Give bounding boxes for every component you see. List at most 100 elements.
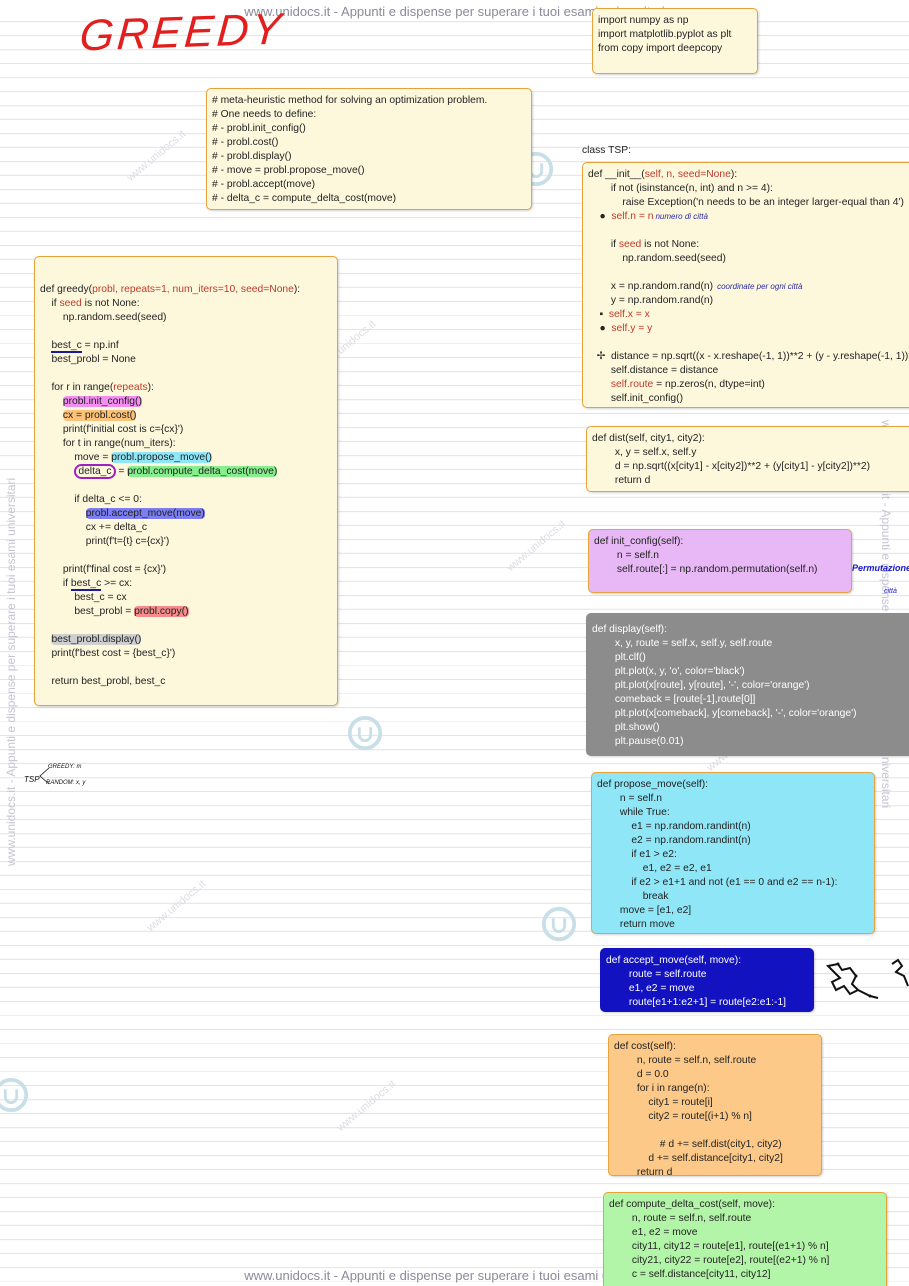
code-line: city11, city12 = route[e1], route[(e1+1)…: [609, 1241, 829, 1252]
dist-method-block: def dist(self, city1, city2): x, y = sel…: [586, 426, 909, 492]
code-line: plt.plot(x, y, 'o', color='black'): [592, 666, 745, 677]
code-line: for r in range(repeats):: [40, 381, 332, 395]
code-line: if e1 > e2:: [597, 849, 677, 860]
code-line: import numpy as np: [598, 15, 689, 26]
code-line: plt.plot(x[route], y[route], '-', color=…: [592, 680, 810, 691]
code-token: distance = np.sqrt((x - x.reshape(-1, 1)…: [610, 351, 909, 362]
code-token: if: [40, 578, 71, 589]
code-line: route = self.route: [606, 969, 707, 980]
code-line: self.route = np.zeros(n, dtype=int): [588, 378, 909, 392]
code-line: n = self.n: [594, 550, 659, 561]
code-line: if not (isinstance(n, int) and n >= 4):: [588, 183, 773, 194]
code-line: ● self.y = y: [588, 323, 653, 334]
code-line: plt.plot(x[comeback], y[comeback], '-', …: [592, 708, 857, 719]
code-line: d = np.sqrt((x[city1] - x[city2])**2 + (…: [592, 461, 871, 472]
watermark-side-left: www.unidocs.it - Appunti e dispense per …: [4, 477, 18, 866]
code-line: c = self.distance[city11, city12]: [609, 1269, 771, 1280]
code-token: self.n = n: [611, 211, 654, 222]
code-line: # One needs to define:: [212, 109, 317, 120]
code-line: return move: [597, 919, 675, 930]
code-line: e1 = np.random.randint(n): [597, 821, 751, 832]
code-line: for t in range(num_iters):: [40, 438, 176, 449]
code-line: e1, e2 = move: [606, 983, 695, 994]
code-line: x = np.random.rand(n) coordinate per ogni…: [588, 280, 909, 294]
code-token: is not None:: [641, 239, 700, 250]
code-token: best_probl =: [40, 606, 135, 617]
code-line: best_probl = None: [40, 354, 136, 365]
code-token: = np.zeros(n, dtype=int): [653, 379, 765, 390]
accept-move-method-block: def accept_move(self, move): route = sel…: [600, 948, 814, 1012]
code-line: print(f'final cost = {cx}'): [40, 564, 167, 575]
greedy-function-block: def greedy(probl, repeats=1, num_iters=1…: [34, 256, 338, 706]
code-token: ):: [293, 284, 301, 295]
code-line: x, y, route = self.x, self.y, self.route: [592, 638, 773, 649]
watermark-logo-icon: [541, 906, 577, 942]
watermark-diagonal: www.unidocs.it: [334, 1078, 399, 1134]
code-line: # - probl.cost(): [212, 137, 279, 148]
code-line: def propose_move(self):: [597, 779, 709, 790]
code-line: def __init__(self, n, seed=None):: [588, 168, 909, 182]
code-line: n, route = self.n, self.route: [609, 1213, 752, 1224]
code-line: route[e1+1:e2+1] = route[e2:e1:-1]: [606, 997, 787, 1008]
code-line: cx += delta_c: [40, 522, 148, 533]
code-line: plt.pause(0.01): [592, 736, 684, 747]
propose-move-method-block: def propose_move(self): n = self.n while…: [591, 772, 875, 934]
highlight-compute-delta: probl.compute_delta_cost(move): [127, 466, 278, 477]
code-line: return d: [592, 475, 651, 486]
code-token: if: [40, 298, 60, 309]
code-line: if seed is not None:: [40, 297, 332, 311]
code-line: break: [597, 891, 669, 902]
code-line: def greedy(probl, repeats=1, num_iters=1…: [40, 283, 332, 297]
tsp-handwritten-branch: GREEDY: m: [48, 764, 82, 770]
code-line: delta_c = probl.compute_delta_cost(move): [40, 464, 332, 479]
code-token: def __init__(: [588, 169, 645, 180]
init-config-method-block: def init_config(self): n = self.n self.r…: [588, 529, 852, 593]
watermark-diagonal: www.unidocs.it: [504, 518, 569, 574]
tsp-class-label: class TSP:: [582, 145, 632, 156]
code-token: ):: [730, 169, 738, 180]
code-line: if best_c >= cx:: [40, 577, 332, 591]
code-token: seed: [59, 298, 82, 309]
code-line: city1 = route[i]: [614, 1097, 713, 1108]
code-line: plt.show(): [592, 722, 660, 733]
code-line: e1, e2 = e2, e1: [597, 863, 712, 874]
code-token: def greedy(: [40, 284, 93, 295]
code-line: best_c = np.inf: [40, 339, 332, 353]
code-line: move = [e1, e2]: [597, 905, 692, 916]
watermark-logo-icon: [347, 715, 383, 751]
code-line: def display(self):: [592, 624, 667, 635]
code-line: while True:: [597, 807, 670, 818]
cost-method-block: def cost(self): n, route = self.n, self.…: [608, 1034, 822, 1176]
code-token: >= cx:: [101, 578, 133, 589]
highlight-copy: probl.copy(): [134, 606, 189, 617]
tsp-handwritten-branch: RANDOM: x, y: [46, 780, 86, 786]
code-line: if e2 > e1+1 and not (e1 == 0 and e2 == …: [597, 877, 838, 888]
code-token: repeats: [113, 382, 148, 393]
code-line: e2 = np.random.randint(n): [597, 835, 751, 846]
code-line: if seed is not None:: [588, 238, 909, 252]
code-line: # - probl.init_config(): [212, 123, 306, 134]
code-line: # d += self.dist(city1, city2): [614, 1139, 782, 1150]
code-line: def accept_move(self, move):: [606, 955, 742, 966]
code-token: self.route: [610, 379, 654, 390]
code-line: for i in range(n):: [614, 1083, 710, 1094]
code-line: city2 = route[(i+1) % n]: [614, 1111, 752, 1122]
code-line: x, y = self.x, self.y: [592, 447, 697, 458]
comment-block: # meta-heuristic method for solving an o…: [206, 88, 532, 210]
code-line: probl.init_config(): [40, 395, 332, 409]
code-line: city21, city22 = route[e2], route[(e2+1)…: [609, 1255, 830, 1266]
code-line: comeback = [route[-1],route[0]]: [592, 694, 756, 705]
code-line: e1, e2 = move: [609, 1227, 698, 1238]
code-line: ✢ distance = np.sqrt((x - x.reshape(-1, …: [588, 350, 909, 364]
code-line: if delta_c <= 0:: [40, 494, 142, 505]
code-line: def compute_delta_cost(self, move):: [609, 1199, 775, 1210]
code-token: is not None:: [81, 298, 140, 309]
